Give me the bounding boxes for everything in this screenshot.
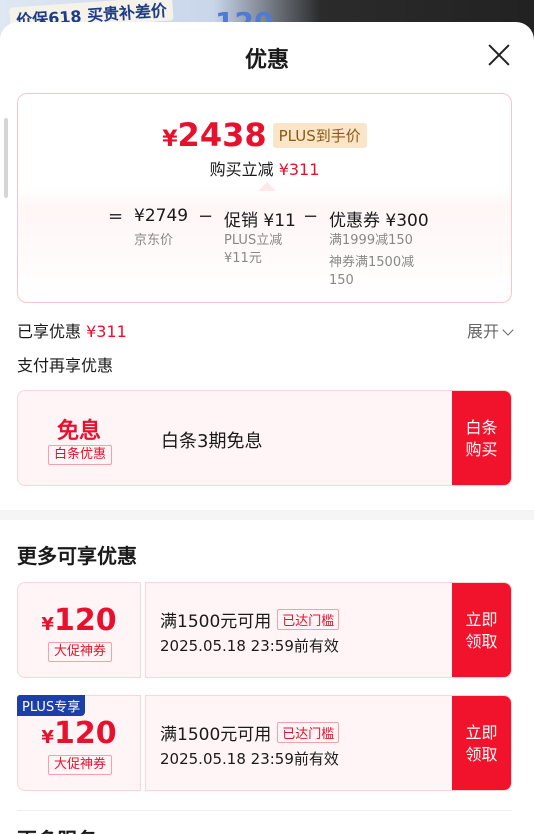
reached-badge: 已达门槛 — [277, 722, 340, 743]
coupon-validity: 2025.05.18 23:59前有效 — [160, 750, 339, 768]
reached-badge: 已达门槛 — [277, 609, 340, 630]
coupon-validity: 2025.05.18 23:59前有效 — [160, 637, 339, 655]
scrollbar[interactable] — [4, 118, 8, 198]
baitiao-tag: 白条优惠 — [48, 445, 112, 465]
coupon-condition: 满1500元可用 — [160, 725, 272, 745]
buy-reduce-label: 购买立减 — [209, 160, 274, 179]
coupon-amount-value: 120 — [53, 716, 117, 751]
baitiao-title: 免息 — [56, 419, 101, 444]
coupon-left: ¥120 大促神券 — [17, 582, 141, 678]
coupon-amount-value: 120 — [53, 603, 117, 638]
coupon-sub-line: 150 — [329, 273, 354, 288]
baitiao-buy-button[interactable]: 白条 购买 — [452, 391, 511, 485]
currency-symbol: ¥ — [41, 614, 54, 635]
plus-exclusive-badge: PLUS专享 — [17, 695, 86, 716]
promo-detail: PLUS立减 ¥11元 — [224, 232, 282, 268]
more-discounts-title: 更多可享优惠 — [17, 544, 137, 568]
divider — [17, 810, 512, 811]
coupon-sub-line: 神券满1500减 — [329, 255, 415, 270]
coupon-amount: ¥120 — [18, 603, 140, 638]
discount-sheet: 优惠 ¥2438 PLUS到手价 购买立减 ¥311 = ¥2749 京东价 − … — [0, 22, 534, 834]
button-line: 立即 — [465, 610, 498, 629]
button-line: 白条 — [465, 418, 498, 437]
coupon-sub-line: 满1999减150 — [329, 233, 413, 248]
enjoyed-label: 已享优惠 — [17, 322, 82, 341]
plus-price-tag: PLUS到手价 — [272, 122, 367, 148]
price-breakdown-card: ¥2438 PLUS到手价 购买立减 ¥311 = ¥2749 京东价 − 促销 … — [17, 93, 512, 303]
coupon-tag: 大促神券 — [48, 642, 112, 662]
base-price-value: ¥2749 — [134, 206, 189, 226]
enjoyed-discount: 已享优惠 ¥311 — [17, 318, 127, 342]
coupon-right: 满1500元可用 已达门槛 2025.05.18 23:59前有效 立即 领取 — [145, 582, 512, 678]
coupon-detail: 满1999减150 神券满1500减 150 — [329, 232, 414, 290]
base-price-label: 京东价 — [134, 233, 174, 248]
coupon-left: PLUS专享 ¥120 大促神券 — [17, 695, 141, 791]
minus-sign: − — [198, 206, 214, 227]
baitiao-card: 免息 白条优惠 白条3期免息 白条 购买 — [17, 390, 512, 486]
promo-sub-line: ¥11元 — [224, 251, 262, 266]
expand-label: 展开 — [466, 322, 499, 341]
pay-discount-title: 支付再享优惠 — [17, 356, 114, 375]
pointer-triangle — [258, 182, 276, 191]
promo-sub-line: PLUS立减 — [224, 233, 283, 248]
expand-button[interactable]: 展开 — [466, 318, 514, 342]
minus-sign: − — [303, 206, 319, 227]
coupon-condition: 满1500元可用 — [160, 612, 272, 632]
coupon-tag: 大促神券 — [48, 755, 112, 775]
sheet-title: 优惠 — [244, 48, 289, 73]
coupon-value: 优惠券 ¥300 — [329, 211, 429, 231]
claim-coupon-button[interactable]: 立即 领取 — [452, 583, 511, 677]
claim-coupon-button[interactable]: 立即 领取 — [452, 696, 511, 790]
buy-reduce-row: 购买立减 ¥311 — [18, 156, 511, 180]
coupon-condition-row: 满1500元可用 已达门槛 — [160, 720, 340, 745]
final-price-value: 2438 — [177, 116, 267, 154]
final-price: ¥2438 — [162, 116, 266, 154]
chevron-down-icon — [502, 324, 514, 336]
coupon-card: ¥120 大促神券 满1500元可用 已达门槛 2025.05.18 23:59前… — [17, 582, 512, 678]
equals-sign: = — [108, 206, 124, 227]
currency-symbol: ¥ — [41, 727, 54, 748]
button-line: 购买 — [465, 440, 498, 459]
button-line: 立即 — [465, 723, 498, 742]
coupon-right: 满1500元可用 已达门槛 2025.05.18 23:59前有效 立即 领取 — [145, 695, 512, 791]
close-icon[interactable] — [484, 40, 514, 70]
enjoyed-amount: ¥311 — [86, 322, 127, 341]
next-section-title: 更多服务 — [17, 824, 97, 834]
button-line: 领取 — [465, 745, 498, 764]
coupon-card: PLUS专享 ¥120 大促神券 满1500元可用 已达门槛 2025.05.18… — [17, 695, 512, 791]
baitiao-text: 白条3期免息 — [161, 431, 263, 452]
promo-value: 促销 ¥11 — [224, 211, 296, 231]
buy-reduce-amount: ¥311 — [278, 160, 320, 179]
coupon-amount: ¥120 — [18, 716, 140, 751]
final-price-row: ¥2438 PLUS到手价 — [18, 116, 511, 154]
section-divider — [0, 510, 534, 520]
button-line: 领取 — [465, 632, 498, 651]
currency-symbol: ¥ — [162, 127, 178, 152]
coupon-condition-row: 满1500元可用 已达门槛 — [160, 607, 340, 632]
baitiao-left: 免息 白条优惠 — [18, 391, 140, 485]
